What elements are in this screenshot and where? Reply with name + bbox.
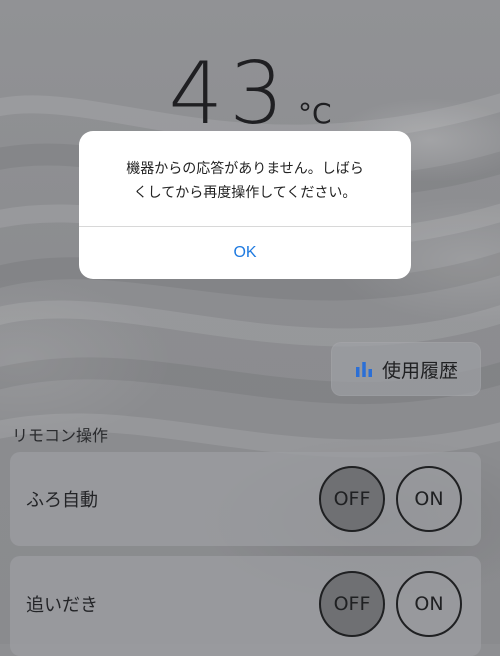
- alert-message-line-2: くしてから再度操作してください。: [133, 185, 357, 201]
- temperature-value: 43: [168, 44, 290, 144]
- reheat-on-button[interactable]: ON: [396, 571, 462, 637]
- usage-history-label: 使用履歴: [381, 359, 458, 382]
- alert-message-line-1: 機器からの応答がありません。しばら: [126, 161, 364, 177]
- bath-auto-on-button[interactable]: ON: [396, 466, 462, 532]
- reheat-label: 追いだき: [26, 595, 98, 616]
- bar-chart-icon: [355, 362, 372, 377]
- reheat-row: 追いだき OFF ON: [10, 556, 481, 656]
- bath-auto-off-button[interactable]: OFF: [319, 466, 385, 532]
- alert-ok-button[interactable]: OK: [79, 227, 411, 279]
- bath-auto-label: ふろ自動: [26, 490, 98, 511]
- reheat-off-button[interactable]: OFF: [319, 571, 385, 637]
- temperature-display: 43 °C: [0, 44, 500, 144]
- bath-auto-row: ふろ自動 OFF ON: [10, 452, 481, 546]
- usage-history-button[interactable]: 使用履歴: [331, 342, 481, 396]
- temperature-unit: °C: [297, 97, 332, 130]
- remote-section-title: リモコン操作: [12, 426, 109, 445]
- alert-message: 機器からの応答がありません。しばら くしてから再度操作してください。: [97, 157, 393, 205]
- alert-dialog: 機器からの応答がありません。しばら くしてから再度操作してください。 OK: [79, 131, 411, 279]
